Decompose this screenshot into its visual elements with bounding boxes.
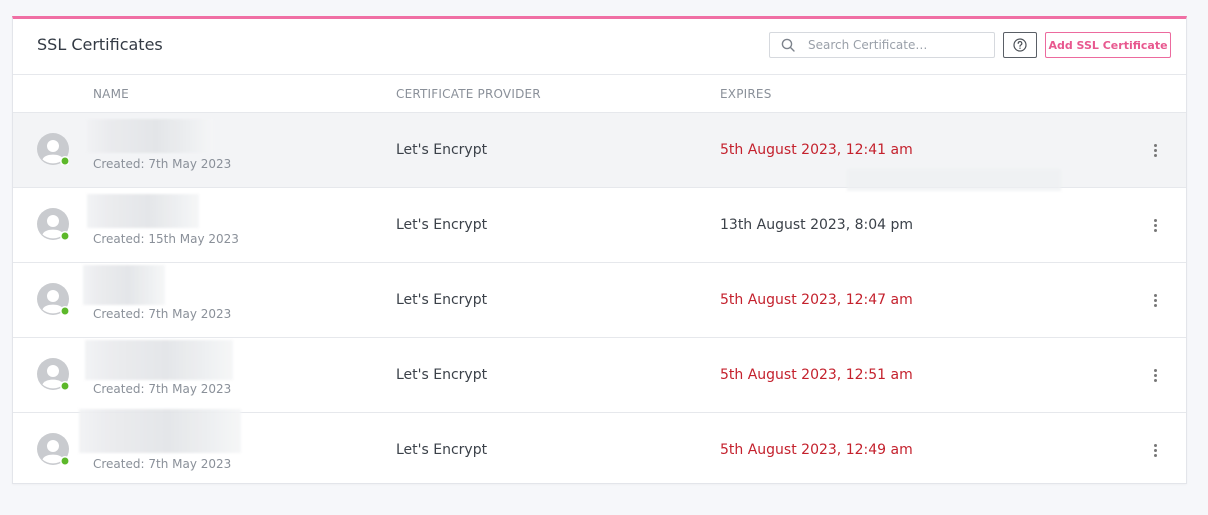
avatar-icon <box>37 208 69 240</box>
redacted-domain <box>87 194 199 228</box>
status-online-dot <box>60 306 69 315</box>
table-row[interactable]: Created: 15th May 2023 Let's Encrypt 13t… <box>13 188 1186 263</box>
expiry-date: 5th August 2023, 12:51 am <box>720 367 913 383</box>
status-online-dot <box>60 456 69 465</box>
status-online-dot <box>60 156 69 165</box>
redacted-domain <box>87 119 213 153</box>
avatar-icon <box>37 358 69 390</box>
question-circle-icon <box>1013 38 1027 52</box>
more-options-icon[interactable] <box>1147 441 1163 459</box>
column-header-provider: CERTIFICATE PROVIDER <box>396 87 541 101</box>
search-icon <box>781 38 795 52</box>
more-options-icon[interactable] <box>1147 291 1163 309</box>
created-date: Created: 7th May 2023 <box>93 457 232 471</box>
expiry-date: 5th August 2023, 12:41 am <box>720 142 913 158</box>
table-row[interactable]: Created: 7th May 2023 Let's Encrypt 5th … <box>13 113 1186 191</box>
redacted-domain <box>79 409 241 453</box>
status-online-dot <box>60 231 69 240</box>
avatar-icon <box>37 433 69 465</box>
redacted-domain <box>83 265 165 305</box>
table-row[interactable]: Created: 7th May 2023 Let's Encrypt 5th … <box>13 338 1186 413</box>
certificate-provider: Let's Encrypt <box>396 442 488 458</box>
created-date: Created: 7th May 2023 <box>93 307 232 321</box>
status-online-dot <box>60 381 69 390</box>
more-options-icon[interactable] <box>1147 216 1163 234</box>
certificate-provider: Let's Encrypt <box>396 217 488 233</box>
search-box[interactable] <box>769 32 995 58</box>
expiry-date: 13th August 2023, 8:04 pm <box>720 217 914 233</box>
more-options-icon[interactable] <box>1147 141 1163 159</box>
created-date: Created: 7th May 2023 <box>93 157 232 171</box>
table-row[interactable]: Created: 7th May 2023 Let's Encrypt 5th … <box>13 263 1186 338</box>
certificate-provider: Let's Encrypt <box>396 292 488 308</box>
add-ssl-certificate-button[interactable]: Add SSL Certificate <box>1045 32 1171 58</box>
more-options-icon[interactable] <box>1147 366 1163 384</box>
help-button[interactable] <box>1003 32 1037 58</box>
table-header: NAME CERTIFICATE PROVIDER EXPIRES <box>13 75 1186 113</box>
column-header-expires: EXPIRES <box>720 87 772 101</box>
panel-header: SSL Certificates Add SSL Certificate <box>13 19 1186 75</box>
avatar-icon <box>37 283 69 315</box>
column-header-name: NAME <box>93 87 129 101</box>
expiry-date: 5th August 2023, 12:49 am <box>720 442 913 458</box>
search-input[interactable] <box>808 36 988 54</box>
redacted-domain <box>85 340 233 380</box>
table-row[interactable]: Created: 7th May 2023 Let's Encrypt 5th … <box>13 409 1186 487</box>
certificate-provider: Let's Encrypt <box>396 367 488 383</box>
page-title: SSL Certificates <box>37 35 163 54</box>
created-date: Created: 7th May 2023 <box>93 382 232 396</box>
created-date: Created: 15th May 2023 <box>93 232 239 246</box>
certificate-list: Created: 7th May 2023 Let's Encrypt 5th … <box>13 113 1186 487</box>
avatar-icon <box>37 133 69 165</box>
expiry-date: 5th August 2023, 12:47 am <box>720 292 913 308</box>
certificate-provider: Let's Encrypt <box>396 142 488 158</box>
ssl-certificates-panel: SSL Certificates Add SSL Certificate NAM… <box>12 16 1187 484</box>
